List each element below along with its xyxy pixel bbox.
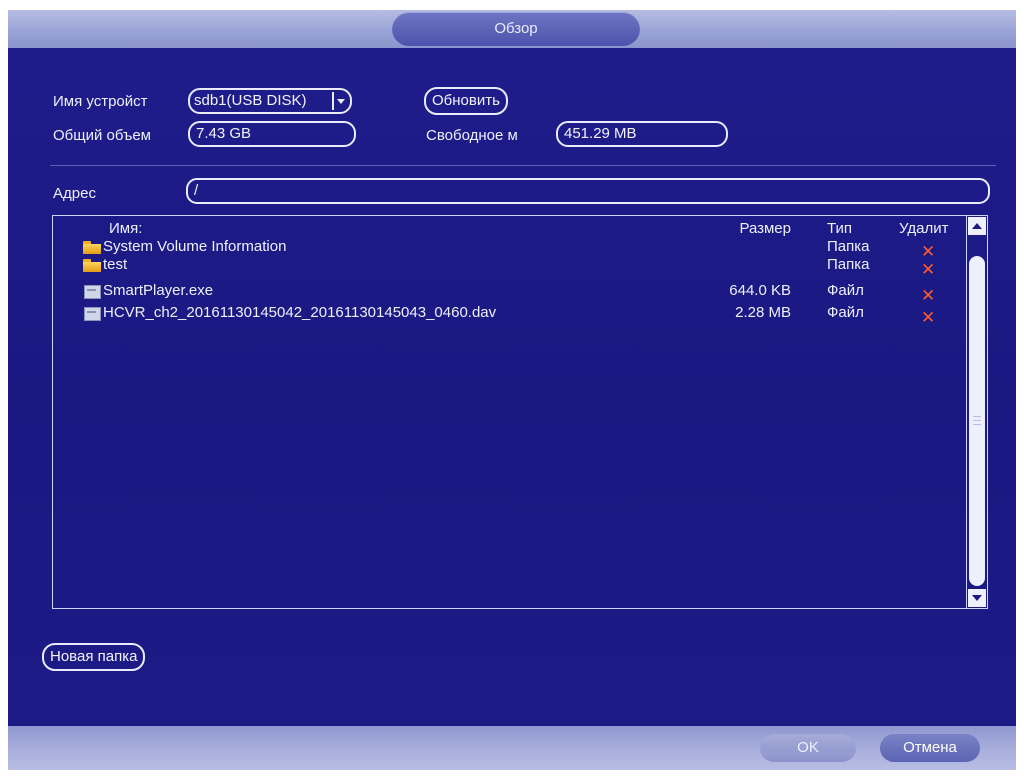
cancel-button[interactable]: Отмена xyxy=(880,734,980,762)
file-type: Папка xyxy=(827,256,870,273)
device-select-value: sdb1(USB DISK) xyxy=(194,92,307,109)
device-select[interactable]: sdb1(USB DISK) xyxy=(188,88,352,114)
file-type: Папка xyxy=(827,238,870,255)
divider xyxy=(50,165,996,166)
ok-button[interactable]: OK xyxy=(760,734,856,762)
scroll-up-icon[interactable] xyxy=(968,217,986,235)
file-list: Имя: Размер Тип Удалит System Volume Inf… xyxy=(52,215,988,609)
column-delete-header[interactable]: Удалит xyxy=(899,220,948,237)
total-capacity-field: 7.43 GB xyxy=(188,121,356,147)
free-space-label: Свободное м xyxy=(426,127,518,144)
scroll-thumb[interactable] xyxy=(969,256,985,586)
file-list-header: Имя: Размер Тип Удалит xyxy=(53,220,965,238)
file-type: Файл xyxy=(827,304,864,321)
refresh-button[interactable]: Обновить xyxy=(424,87,508,115)
footer-bar: OK Отмена xyxy=(8,726,1016,770)
folder-icon xyxy=(83,258,101,272)
address-input[interactable]: / xyxy=(186,178,990,204)
title-bar: Обзор xyxy=(8,10,1016,48)
column-size-header[interactable]: Размер xyxy=(53,220,791,237)
file-name: System Volume Information xyxy=(103,238,287,255)
list-item[interactable]: test Папка ✕ xyxy=(53,256,965,279)
file-size: 2.28 MB xyxy=(735,304,791,321)
list-item[interactable]: HCVR_ch2_20161130145042_20161130145043_0… xyxy=(53,304,965,327)
file-name: test xyxy=(103,256,128,273)
scroll-down-icon[interactable] xyxy=(968,589,986,607)
delete-icon[interactable]: ✕ xyxy=(921,286,935,306)
window-title: Обзор xyxy=(392,12,640,46)
total-capacity-label: Общий объем xyxy=(53,127,151,144)
scrollbar[interactable] xyxy=(966,216,987,608)
delete-icon[interactable]: ✕ xyxy=(921,260,935,280)
column-type-header[interactable]: Тип xyxy=(827,220,852,237)
delete-icon[interactable]: ✕ xyxy=(921,308,935,328)
folder-icon xyxy=(83,240,101,254)
chevron-down-icon[interactable] xyxy=(332,92,348,110)
file-type: Файл xyxy=(827,282,864,299)
list-item[interactable]: System Volume Information Папка ✕ xyxy=(53,238,965,261)
free-space-field: 451.29 MB xyxy=(556,121,728,147)
browse-dialog: Обзор Имя устройст sdb1(USB DISK) Обнови… xyxy=(8,10,1016,770)
file-size: 644.0 KB xyxy=(729,282,791,299)
device-name-label: Имя устройст xyxy=(53,93,148,110)
list-item[interactable]: SmartPlayer.exe 644.0 KB Файл ✕ xyxy=(53,282,965,305)
address-label: Адрес xyxy=(53,185,96,202)
new-folder-button[interactable]: Новая папка xyxy=(42,643,146,671)
